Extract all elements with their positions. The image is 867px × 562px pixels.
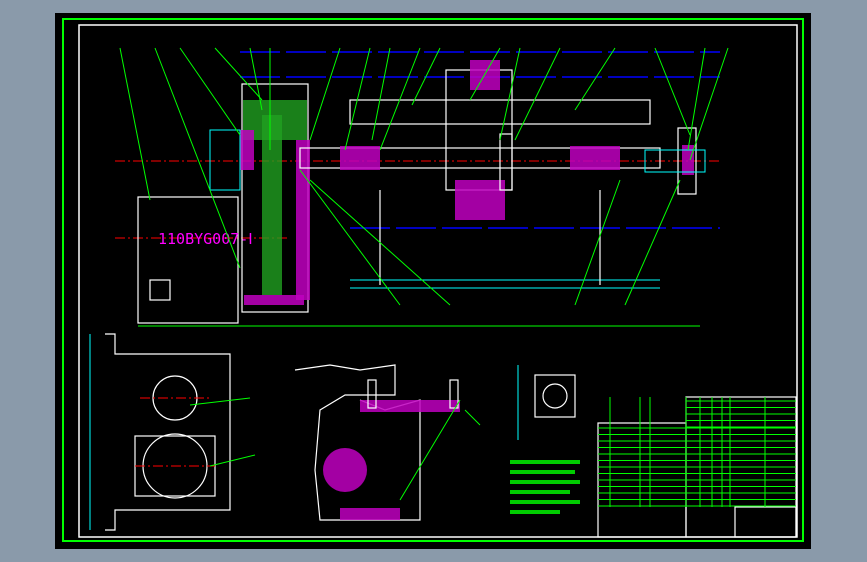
motor-label: 110BYG007-Ⅰ — [158, 230, 253, 248]
cad-drawing-canvas[interactable]: 110BYG007-Ⅰ — [0, 0, 867, 562]
